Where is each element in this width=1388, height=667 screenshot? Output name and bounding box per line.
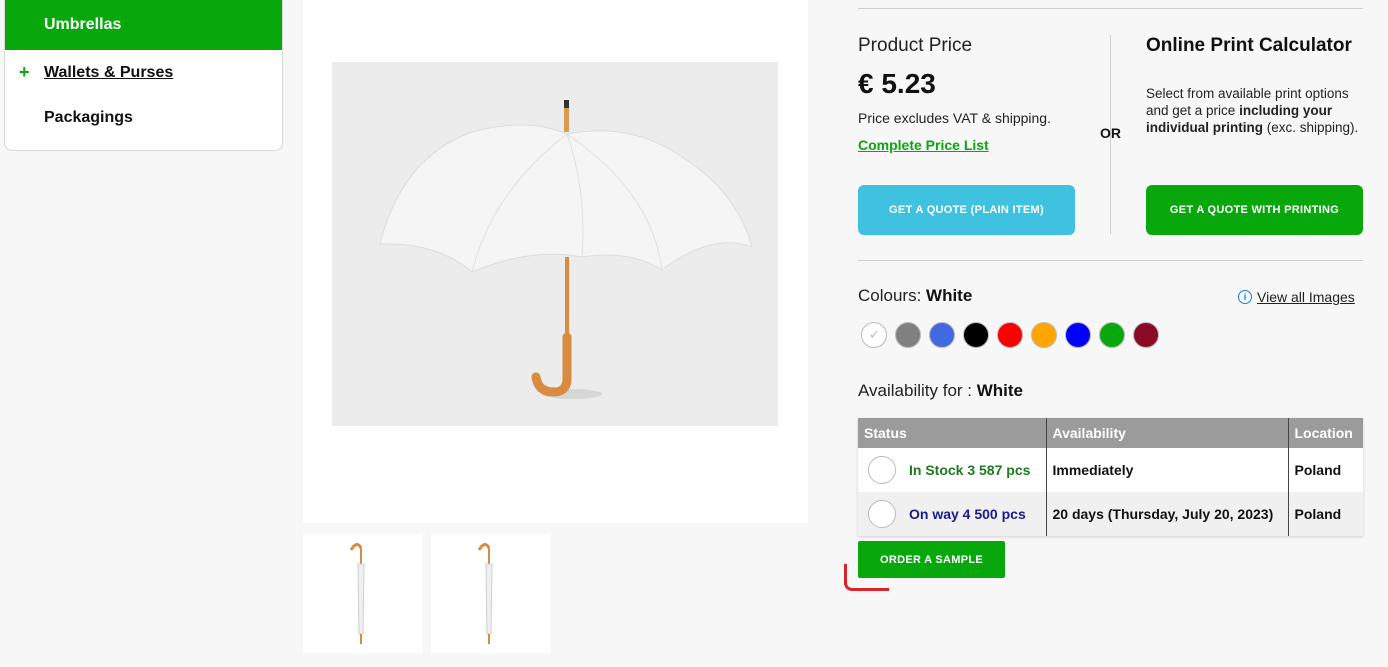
colour-swatch[interactable] bbox=[1065, 322, 1091, 348]
price-note: Price excludes VAT & shipping. bbox=[858, 110, 1051, 126]
print-calculator-title: Online Print Calculator bbox=[1146, 35, 1352, 56]
colour-swatch[interactable] bbox=[1099, 322, 1125, 348]
thumbnail-2[interactable] bbox=[431, 534, 550, 653]
colour-swatch[interactable] bbox=[1031, 322, 1057, 348]
product-price: € 5.23 bbox=[858, 68, 936, 99]
quote-printing-button[interactable]: GET A QUOTE WITH PRINTING bbox=[1146, 185, 1363, 235]
thumbnail-1[interactable] bbox=[303, 534, 422, 653]
stock-radio[interactable] bbox=[868, 500, 896, 528]
annotation-mark bbox=[844, 564, 889, 591]
table-row: On way 4 500 pcs 20 days (Thursday, July… bbox=[858, 492, 1363, 536]
colour-swatch[interactable] bbox=[895, 322, 921, 348]
stock-radio[interactable] bbox=[868, 456, 896, 484]
top-divider bbox=[858, 8, 1363, 9]
sidebar-item-packagings[interactable]: Packagings bbox=[5, 95, 282, 140]
main-product-image[interactable] bbox=[303, 0, 808, 523]
expand-plus-icon[interactable]: + bbox=[19, 62, 30, 83]
location-cell: Poland bbox=[1288, 448, 1363, 492]
price-label: Product Price bbox=[858, 35, 973, 56]
sidebar-item-label: Packagings bbox=[44, 108, 133, 126]
print-calculator-description: Select from available print options and … bbox=[1146, 86, 1359, 135]
column-header-location: Location bbox=[1288, 418, 1363, 448]
column-header-status: Status bbox=[858, 418, 1047, 448]
info-icon: i bbox=[1238, 290, 1252, 304]
colour-swatch[interactable] bbox=[963, 322, 989, 348]
location-cell: Poland bbox=[1288, 492, 1363, 536]
sidebar-item-label: Umbrellas bbox=[44, 16, 122, 33]
colour-swatch[interactable] bbox=[1133, 322, 1159, 348]
sidebar-item-wallets-purses[interactable]: + Wallets & Purses bbox=[5, 50, 282, 95]
table-row: In Stock 3 587 pcs Immediately Poland bbox=[858, 448, 1363, 492]
colour-swatch[interactable] bbox=[997, 322, 1023, 348]
availability-label: Availability for : White bbox=[858, 381, 1024, 400]
mid-divider bbox=[858, 260, 1363, 261]
column-header-availability: Availability bbox=[1046, 418, 1289, 448]
view-all-images-link[interactable]: i View all Images bbox=[1238, 289, 1355, 305]
status-cell: In Stock 3 587 pcs bbox=[858, 448, 1047, 492]
sidebar-item-label: Wallets & Purses bbox=[44, 63, 174, 81]
availability-cell: 20 days (Thursday, July 20, 2023) bbox=[1046, 492, 1289, 536]
colour-swatches bbox=[861, 322, 1159, 348]
availability-cell: Immediately bbox=[1046, 448, 1289, 492]
quote-plain-button[interactable]: GET A QUOTE (PLAIN ITEM) bbox=[858, 185, 1075, 235]
sidebar-item-umbrellas[interactable]: Umbrellas bbox=[5, 0, 282, 50]
complete-price-list-link[interactable]: Complete Price List bbox=[858, 137, 989, 153]
colour-swatch[interactable] bbox=[929, 322, 955, 348]
product-photo bbox=[332, 62, 778, 426]
status-cell: On way 4 500 pcs bbox=[858, 492, 1047, 536]
category-sidebar: Umbrellas + Wallets & Purses Packagings bbox=[4, 0, 283, 151]
colour-swatch[interactable] bbox=[861, 322, 887, 348]
availability-table: Status Availability Location In Stock 3 … bbox=[858, 418, 1363, 536]
colours-label: Colours: White bbox=[858, 286, 973, 305]
or-separator: OR bbox=[1100, 125, 1121, 141]
